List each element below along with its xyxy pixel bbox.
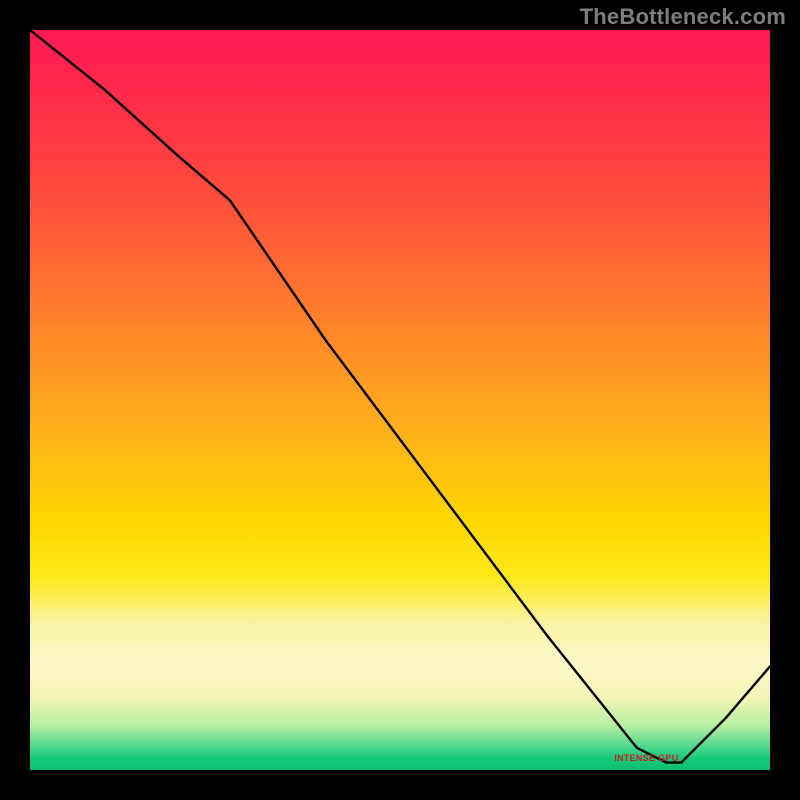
annotation-label: INTENSE GPU — [614, 753, 678, 763]
watermark-text: TheBottleneck.com — [580, 4, 786, 30]
series-line — [30, 30, 770, 763]
plot-area: INTENSE GPU — [30, 30, 770, 770]
line-chart-svg — [30, 30, 770, 770]
chart-frame: TheBottleneck.com INTENSE GPU — [0, 0, 800, 800]
